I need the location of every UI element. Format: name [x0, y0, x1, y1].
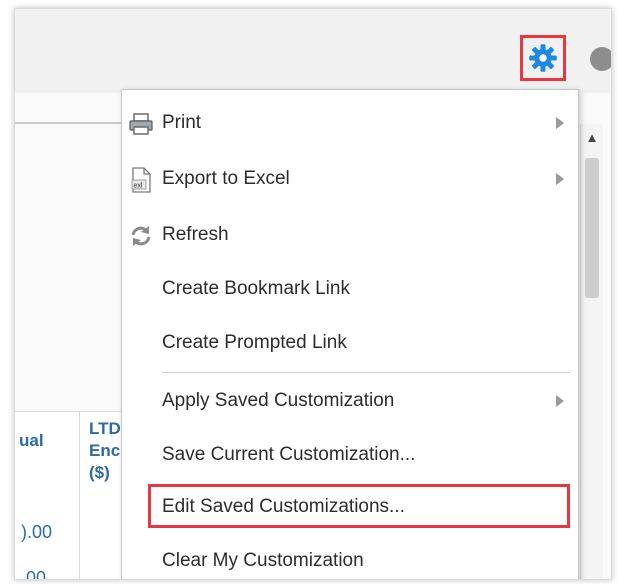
- menu-item-label: Save Current Customization...: [162, 444, 416, 465]
- menu-item-save-current-customization[interactable]: Save Current Customization...: [122, 434, 578, 478]
- menu-item-label: Print: [162, 112, 202, 133]
- submenu-arrow-icon: [556, 117, 564, 129]
- submenu-arrow-icon: [556, 173, 564, 185]
- column-divider: [79, 412, 80, 579]
- column-header-ltd-line2[interactable]: Enc: [89, 440, 120, 462]
- settings-dropdown-menu: Print exl Export to Excel Refresh Create…: [121, 89, 579, 579]
- table-cell[interactable]: .00: [21, 568, 46, 579]
- svg-text:exl: exl: [134, 183, 143, 190]
- column-header-actual[interactable]: ual: [19, 430, 44, 452]
- menu-item-label: Create Bookmark Link: [162, 278, 350, 299]
- menu-item-export-to-excel[interactable]: exl Export to Excel: [122, 158, 578, 202]
- table-cell[interactable]: ).00: [21, 522, 52, 543]
- gear-icon: [529, 44, 557, 72]
- excel-file-icon: exl: [126, 166, 156, 194]
- menu-item-create-prompted-link[interactable]: Create Prompted Link: [122, 322, 578, 366]
- column-header-ltd-line3[interactable]: ($): [89, 462, 110, 484]
- menu-item-refresh[interactable]: Refresh: [122, 214, 578, 258]
- menu-item-label: Export to Excel: [162, 168, 290, 189]
- app-window: ual LTD Enc ($) ).00 .00 ( F ▲ Print: [14, 8, 612, 580]
- menu-item-clear-my-customization[interactable]: Clear My Customization: [122, 540, 578, 579]
- menu-item-create-bookmark-link[interactable]: Create Bookmark Link: [122, 268, 578, 312]
- menu-item-apply-saved-customization[interactable]: Apply Saved Customization: [122, 380, 578, 424]
- tab-divider: [15, 122, 121, 124]
- menu-item-label: Apply Saved Customization: [162, 390, 395, 411]
- menu-item-print[interactable]: Print: [122, 102, 578, 146]
- menu-item-label: Clear My Customization: [162, 550, 364, 571]
- menu-item-label: Create Prompted Link: [162, 332, 347, 353]
- toolbar: [15, 9, 611, 93]
- scroll-up-icon[interactable]: ▲: [581, 126, 603, 148]
- printer-icon: [126, 110, 156, 138]
- scrollbar-thumb[interactable]: [585, 158, 599, 298]
- settings-button[interactable]: [520, 35, 566, 81]
- menu-item-label: Edit Saved Customizations...: [162, 496, 405, 517]
- data-table: ual LTD Enc ($) ).00 .00: [15, 411, 121, 579]
- submenu-arrow-icon: [556, 395, 564, 407]
- vertical-scrollbar[interactable]: ▲: [580, 124, 603, 579]
- menu-item-label: Refresh: [162, 224, 229, 245]
- column-header-ltd-line1[interactable]: LTD: [89, 418, 121, 440]
- menu-item-edit-saved-customizations[interactable]: Edit Saved Customizations...: [122, 486, 578, 530]
- refresh-icon: [126, 222, 156, 250]
- menu-separator: [162, 372, 570, 373]
- help-icon[interactable]: [590, 47, 611, 71]
